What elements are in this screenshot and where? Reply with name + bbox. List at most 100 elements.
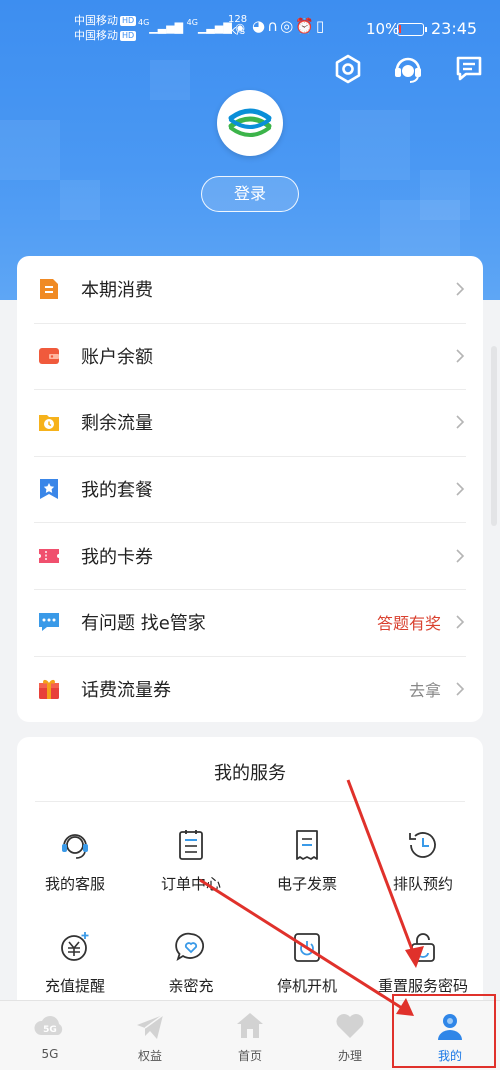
menu-item-current-bill[interactable]: 本期消费 [17,256,483,323]
yuan-coin-icon [61,932,89,961]
heart-bubble-icon [175,932,204,961]
hd-badge: HD [120,16,137,26]
menu-item-account-balance[interactable]: 账户余额 [17,322,483,390]
speed-value: 128 [228,14,248,25]
menu-item-data-vouchers[interactable]: 话费流量券 去拿 [17,655,483,723]
lock-icon [411,933,435,962]
alarm-icon: ⏰ [295,17,316,35]
service-label: 充值提醒 [44,977,105,995]
globe-icon: ◕ [252,17,268,35]
headset-icon [62,834,88,859]
service-label: 重置服务密码 [377,977,468,995]
tab-benefits[interactable]: 权益 [100,1001,200,1070]
5g-cloud-icon: 5G [34,1016,63,1035]
scrollbar[interactable] [491,346,497,526]
service-customer-support[interactable]: 我的客服 [17,827,133,894]
chevron-right-icon [456,482,465,496]
menu-item-remaining-data[interactable]: 剩余流量 [17,389,483,456]
menu-item-my-plan[interactable]: 我的套餐 [17,455,483,523]
service-label: 订单中心 [160,875,221,893]
service-label: 停机开机 [276,977,337,995]
service-family-recharge[interactable]: 亲密充 [133,929,249,996]
bill-icon [40,279,58,300]
chevron-right-icon [456,549,465,563]
carrier-2: 中国移动 [74,29,118,42]
menu-item-label: 账户余额 [81,346,153,368]
wallet-icon [39,347,59,364]
tab-label: 办理 [337,1049,362,1063]
highlight-box [392,994,496,1068]
service-recharge-reminder[interactable]: 充值提醒 [17,929,133,996]
carrier-info: 中国移动 HD 中国移动 HD [74,13,137,43]
signal-bars-icon: ▁▃▅▇ [197,21,232,34]
login-button[interactable]: 登录 [201,176,299,212]
tab-home[interactable]: 首页 [200,1001,300,1070]
clock-icon [409,832,436,858]
service-label: 我的客服 [44,875,105,893]
hd-badge: HD [120,31,137,41]
menu-item-label: 剩余流量 [81,413,153,435]
service-suspend-resume[interactable]: 停机开机 [249,929,365,996]
carrier-1: 中国移动 [74,14,118,27]
settings-icon[interactable] [331,52,365,86]
menu-item-label: 本期消费 [81,280,153,302]
folder-clock-icon [39,415,59,432]
menu-item-label: 有问题 找e管家 [81,613,206,635]
menu-item-e-assistant[interactable]: 有问题 找e管家 答题有奖 [17,588,483,656]
vibrate-icon: ▯ [315,17,327,35]
service-label: 排队预约 [392,875,453,893]
service-label: 亲密充 [168,977,214,995]
service-reset-password[interactable]: 重置服务密码 [365,929,481,996]
speed-unit: K/s [229,26,246,37]
service-queue-booking[interactable]: 排队预约 [365,827,481,894]
divider [35,801,465,802]
account-menu-card: 本期消费 账户余额 剩余流量 我的套餐 我的卡券 有问题 找e管家 答题有奖 话… [17,256,483,722]
go-get-link: 去拿 [408,680,441,700]
chevron-right-icon [456,415,465,430]
chat-bubble-icon [39,613,59,632]
chevron-right-icon [456,349,465,363]
service-order-center[interactable]: 订单中心 [133,827,249,894]
ticket-icon [39,548,59,563]
status-icons: ◕∩◎⏰▯ [252,17,326,35]
menu-item-label: 话费流量券 [81,679,171,701]
china-mobile-logo [217,90,283,156]
signal-bars-icon: ▁▃▅▇ [149,21,184,34]
tab-label: 权益 [137,1049,162,1063]
svg-text:5G: 5G [43,1025,57,1035]
battery-fill [399,25,401,33]
menu-item-label: 我的套餐 [81,480,153,502]
receipt-icon [296,830,318,860]
quiz-reward-badge: 答题有奖 [376,614,441,634]
clock: 23:45 [431,19,478,38]
chevron-right-icon [456,682,465,696]
network-type-1: 4G [138,18,150,27]
services-title: 我的服务 [214,763,286,784]
customer-service-icon[interactable] [391,52,425,86]
status-bar: 中国移动 HD 中国移动 HD 4G▁▃▅▇ 4G▁▃▅▇ ◉ 128 K/s ◕∩… [0,10,500,48]
heart-icon [336,1014,364,1038]
network-speed: 128 K/s [228,14,247,38]
menu-item-label: 我的卡券 [81,546,153,568]
headphones-icon: ∩ [267,17,281,35]
tab-5g[interactable]: 5G 5G [0,1001,100,1070]
service-label: 电子发票 [276,875,337,893]
home-icon [237,1013,263,1038]
chevron-right-icon [456,282,465,296]
eye-icon: ◎ [280,17,296,35]
gift-icon [39,679,59,699]
paper-plane-icon [137,1014,164,1039]
service-e-invoice[interactable]: 电子发票 [249,827,365,894]
chevron-right-icon [456,615,465,629]
battery-icon [397,23,427,36]
message-icon[interactable] [452,52,486,86]
battery-percent: 10% [366,20,400,38]
tab-services[interactable]: 办理 [300,1001,400,1070]
menu-item-my-coupons[interactable]: 我的卡券 [17,522,483,589]
my-services-card: 我的服务 我的客服 订单中心 电子发票 排队预约 充值提醒 亲密充 停机开机 重… [17,737,483,1037]
power-icon [294,933,320,962]
order-list-icon [179,830,203,860]
tab-label: 5G [41,1047,59,1061]
tab-label: 首页 [237,1049,262,1063]
bookmark-star-icon [40,479,58,500]
